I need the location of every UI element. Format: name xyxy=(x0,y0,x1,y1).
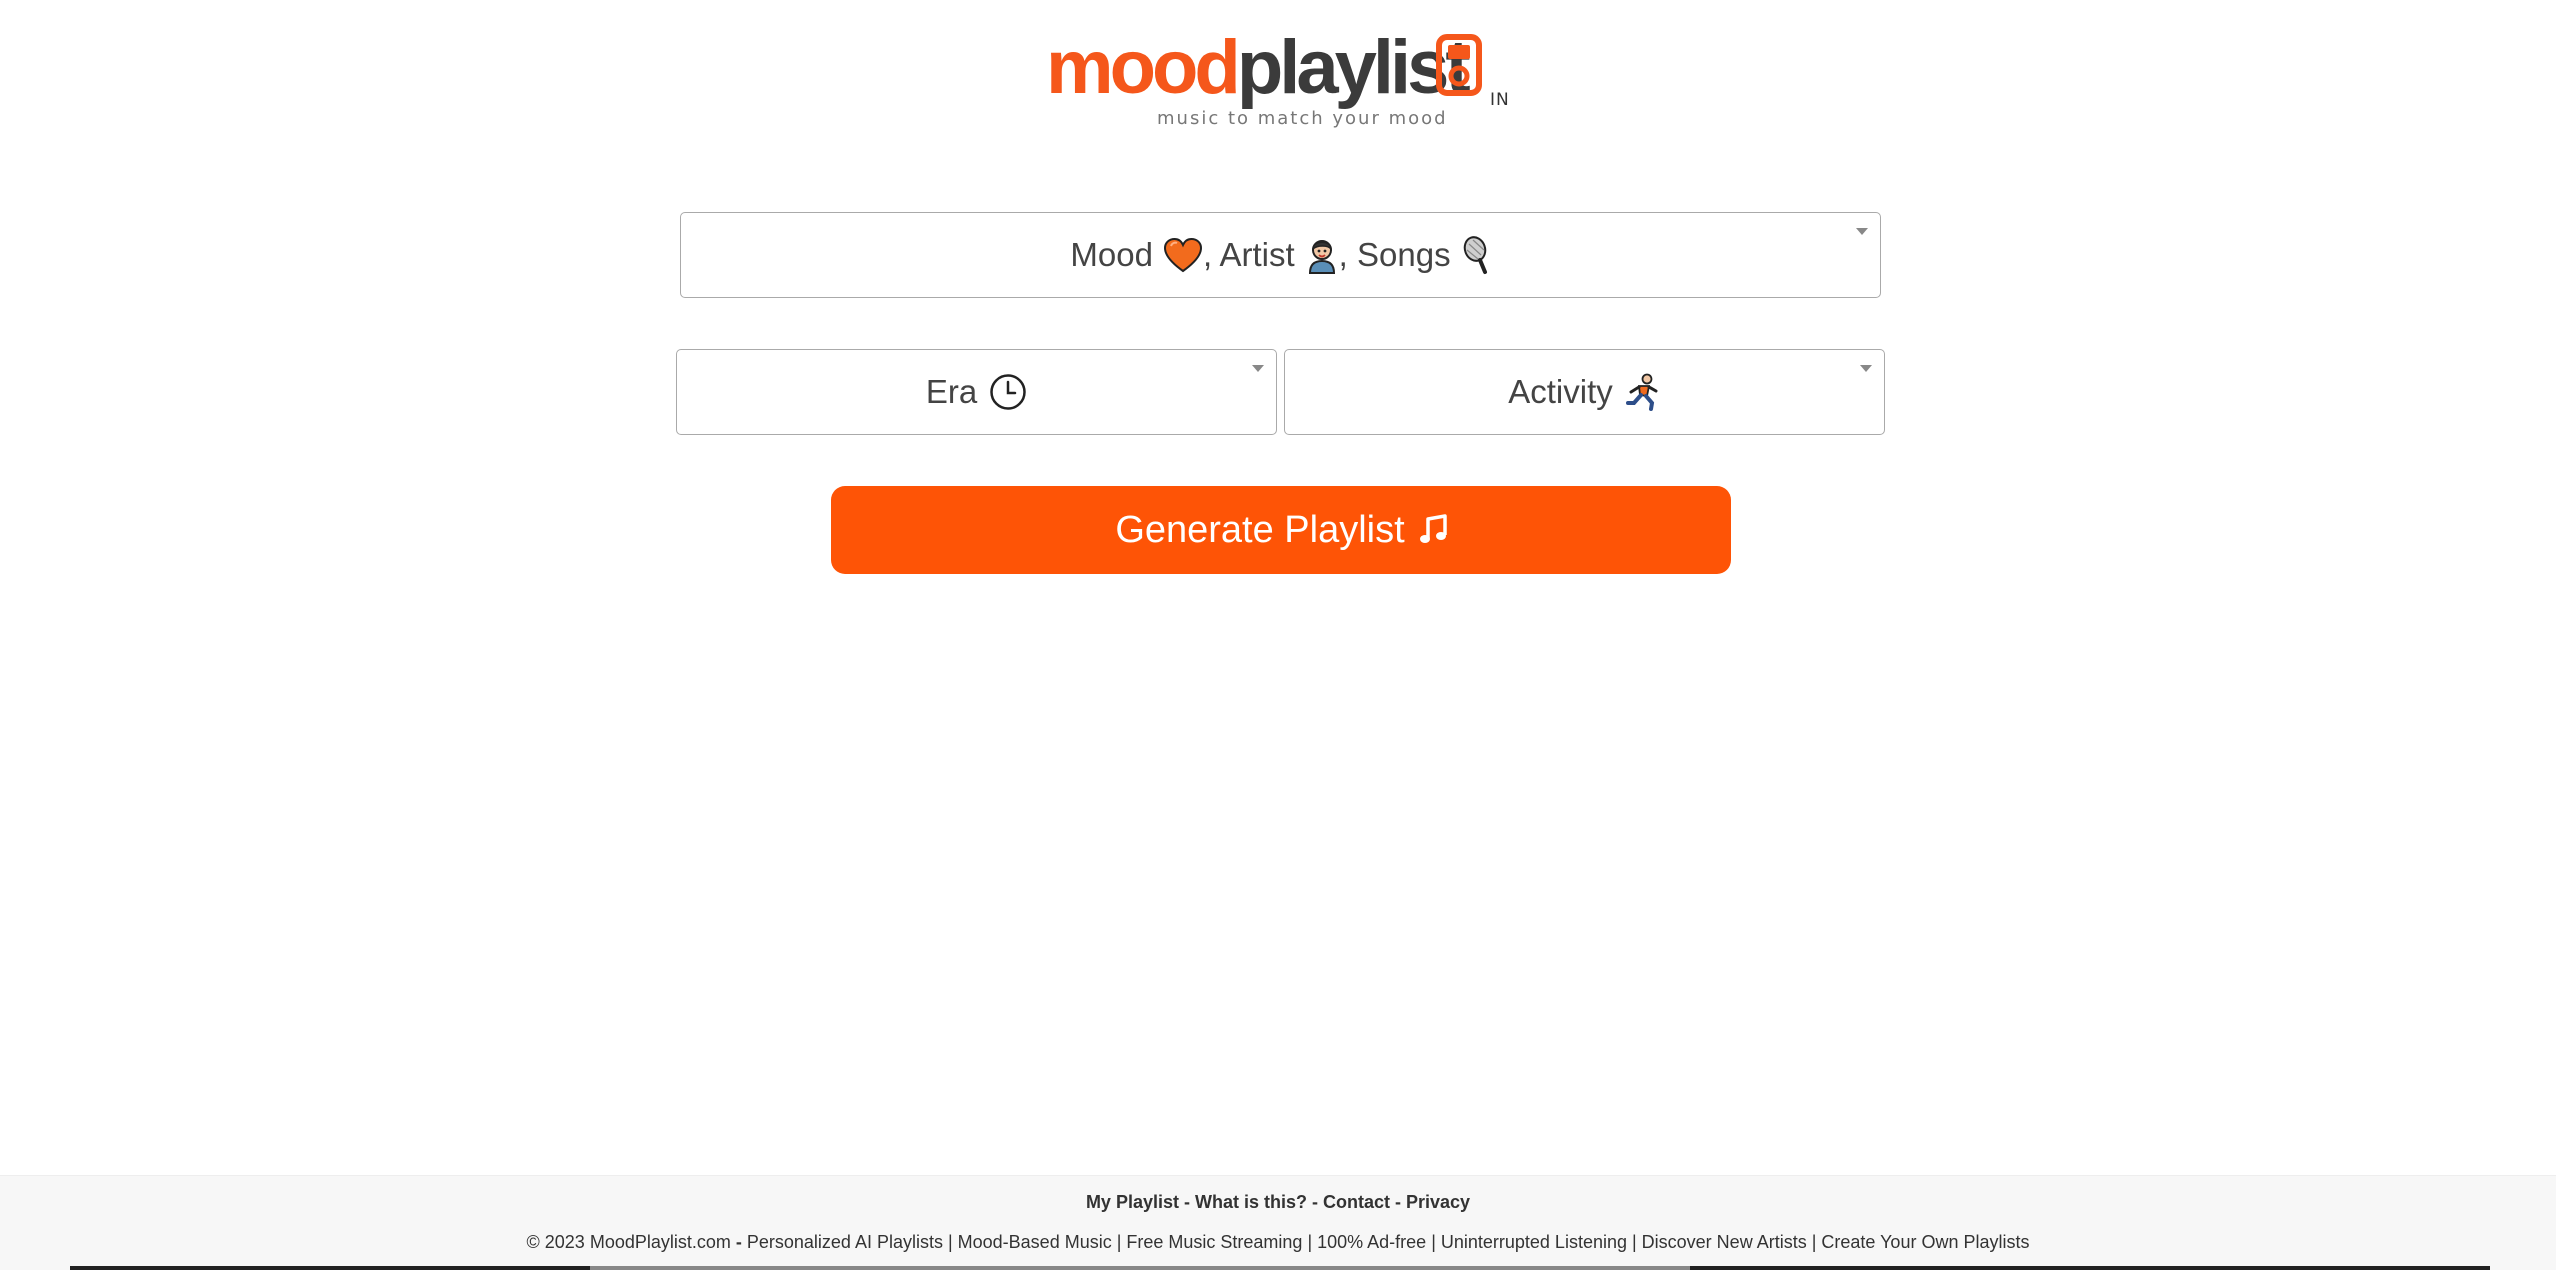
heart-icon xyxy=(1163,237,1202,273)
footer-link-what-is-this[interactable]: What is this? xyxy=(1195,1192,1307,1212)
footer-separator: - xyxy=(1389,1192,1406,1212)
activity-select[interactable]: Activity xyxy=(1284,349,1885,435)
logo-mood-text: mood xyxy=(1046,25,1241,110)
mood-select-label: Mood , Artist , Songs xyxy=(1070,235,1490,275)
chevron-down-icon xyxy=(1856,228,1868,235)
music-note-icon xyxy=(1419,514,1447,543)
songs-label: , Songs xyxy=(1338,236,1451,273)
generate-playlist-label: Generate Playlist xyxy=(1115,508,1405,551)
footer-links: My Playlist - What is this? - Contact - … xyxy=(0,1192,2556,1213)
feature-list: Personalized AI Playlists | Mood-Based M… xyxy=(746,1232,2030,1252)
microphone-icon xyxy=(1463,236,1487,274)
mood-artist-songs-select[interactable]: Mood , Artist , Songs xyxy=(680,212,1881,298)
tagline: music to match your mood xyxy=(1157,108,1448,129)
footer-link-privacy[interactable]: Privacy xyxy=(1406,1192,1470,1212)
artist-icon xyxy=(1308,240,1335,274)
page: moodplaylist IN music to match your mood… xyxy=(0,0,2556,1270)
chevron-down-icon xyxy=(1860,365,1872,372)
region-label: IN xyxy=(1490,90,1510,110)
footer-link-my-playlist[interactable]: My Playlist xyxy=(1086,1192,1179,1212)
generate-playlist-button[interactable]: Generate Playlist xyxy=(831,486,1731,574)
activity-select-label: Activity xyxy=(1508,373,1661,411)
activity-label: Activity xyxy=(1508,373,1613,410)
footer-copyright-line: © 2023 MoodPlaylist.com - Personalized A… xyxy=(0,1232,2556,1253)
footer-link-contact[interactable]: Contact xyxy=(1323,1192,1390,1212)
era-label: Era xyxy=(925,373,978,410)
bottom-scrollbar[interactable] xyxy=(70,1266,2490,1270)
era-select[interactable]: Era xyxy=(676,349,1277,435)
logo-wordmark: moodplaylist xyxy=(1046,30,1471,106)
music-player-icon xyxy=(1436,34,1482,96)
artist-label: , Artist xyxy=(1202,236,1295,273)
footer: My Playlist - What is this? - Contact - … xyxy=(0,1175,2556,1270)
site-logo[interactable]: moodplaylist IN music to match your mood xyxy=(1040,24,1520,144)
chevron-down-icon xyxy=(1252,365,1264,372)
footer-separator: - xyxy=(730,1232,747,1252)
footer-separator: - xyxy=(1306,1192,1323,1212)
running-person-icon xyxy=(1625,373,1658,411)
mood-label: Mood xyxy=(1070,236,1153,273)
era-select-label: Era xyxy=(926,373,1027,411)
logo-playlist-text: playlist xyxy=(1236,25,1471,110)
footer-separator: - xyxy=(1178,1192,1195,1212)
copyright-text: © 2023 MoodPlaylist.com xyxy=(526,1232,731,1252)
clock-icon xyxy=(990,374,1026,410)
